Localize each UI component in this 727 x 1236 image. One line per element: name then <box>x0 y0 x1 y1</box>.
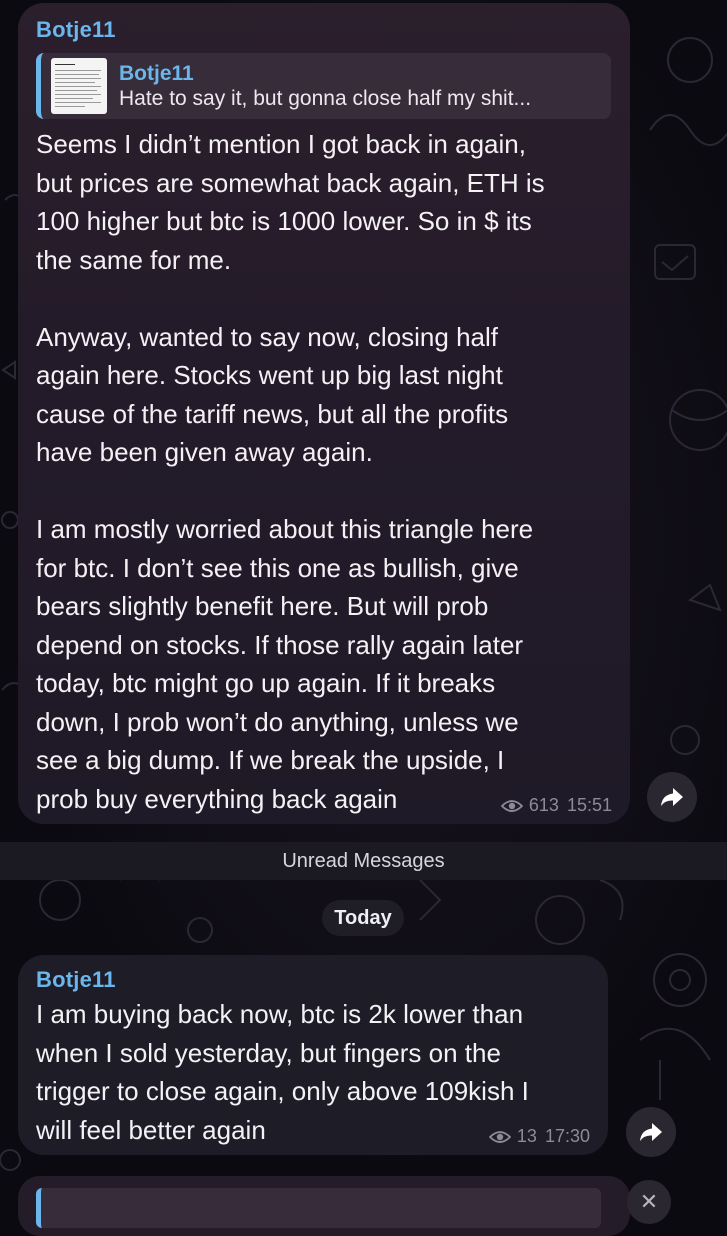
message-bubble[interactable]: Botje11 I am buying back now, btc is 2k … <box>18 955 608 1155</box>
share-arrow-icon <box>640 1123 662 1141</box>
message-bubble[interactable]: Botje11 Botje11 Hate to say it, but gonn… <box>18 3 630 824</box>
share-button[interactable] <box>626 1107 676 1157</box>
date-separator: Today <box>322 900 404 936</box>
message-text: Seems I didn’t mention I got back in aga… <box>36 129 545 814</box>
close-icon[interactable]: ✕ <box>627 1180 671 1224</box>
message-meta: 13 17:30 <box>488 1126 590 1147</box>
eye-icon <box>488 1130 511 1143</box>
reply-quote[interactable]: Botje11 Hate to say it, but gonna close … <box>36 53 611 119</box>
reply-sender-name: Botje11 <box>119 62 194 85</box>
view-count: 613 <box>528 795 559 815</box>
message-time: 17:30 <box>544 1126 590 1146</box>
reply-quote[interactable] <box>36 1188 601 1228</box>
sender-name[interactable]: Botje11 <box>36 15 612 45</box>
view-count: 13 <box>516 1126 537 1146</box>
share-button[interactable] <box>647 772 697 822</box>
message-meta: 613 15:51 <box>500 795 612 816</box>
message-bubble-partial[interactable] <box>18 1176 630 1236</box>
share-arrow-icon <box>661 788 683 806</box>
reply-snippet: Hate to say it, but gonna close half my … <box>119 87 532 110</box>
reply-thumbnail <box>51 58 107 114</box>
message-time: 15:51 <box>566 795 612 815</box>
sender-name[interactable]: Botje11 <box>36 965 590 995</box>
eye-icon <box>500 799 523 812</box>
unread-messages-divider: Unread Messages <box>0 842 727 880</box>
